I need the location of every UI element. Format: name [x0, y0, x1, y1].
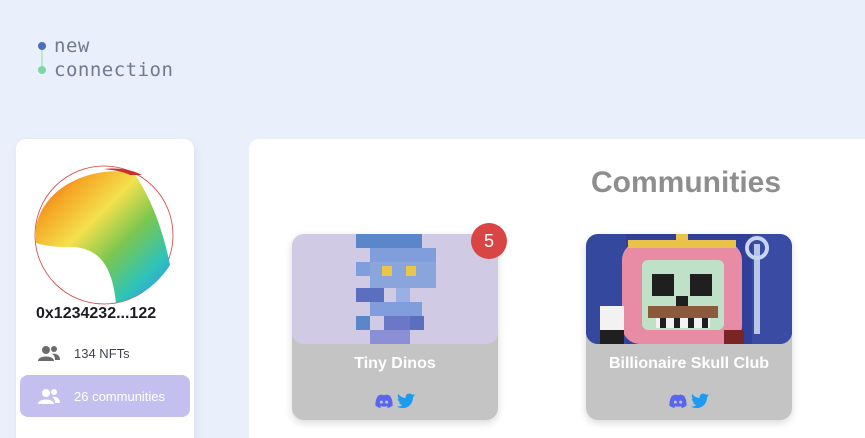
communities-count-label: 26 communities [74, 388, 166, 404]
logo-dot-blue [38, 42, 46, 50]
profile-card: 0x1234232...122 134 NFTs 26 communities [16, 139, 194, 438]
page-title: Communities [591, 166, 782, 199]
community-name: Billionaire Skull Club [608, 355, 770, 372]
logo-text-connection: connection [54, 59, 174, 81]
community-card-tiny-dinos[interactable]: Tiny Dinos [292, 234, 498, 420]
logo-connector [41, 50, 43, 66]
social-links [586, 393, 792, 409]
twitter-icon[interactable] [691, 393, 709, 409]
billionaire-skull-club-image [586, 234, 792, 344]
logo-dot-green [38, 66, 46, 74]
users-icon [38, 346, 60, 361]
logo-text-new: new [54, 35, 90, 57]
twitter-icon[interactable] [397, 393, 415, 409]
community-card-billionaire-skull-club[interactable]: Billionaire Skull Club [586, 234, 792, 420]
communities-panel: Communities Tiny Dinos Billionaire Skull… [249, 139, 865, 438]
users-icon [38, 389, 60, 404]
discord-icon[interactable] [375, 393, 393, 409]
nfts-stat[interactable]: 134 NFTs [20, 332, 190, 374]
profile-avatar [34, 165, 174, 305]
discord-icon[interactable] [669, 393, 687, 409]
wallet-address: 0x1234232...122 [36, 305, 157, 322]
social-links [292, 393, 498, 409]
notification-badge: 5 [471, 223, 507, 259]
tiny-dinos-image [292, 234, 498, 344]
community-name: Tiny Dinos [354, 355, 436, 372]
nfts-count-label: 134 NFTs [74, 345, 130, 361]
app-logo[interactable]: new connection [38, 34, 173, 82]
communities-stat[interactable]: 26 communities [20, 375, 190, 417]
